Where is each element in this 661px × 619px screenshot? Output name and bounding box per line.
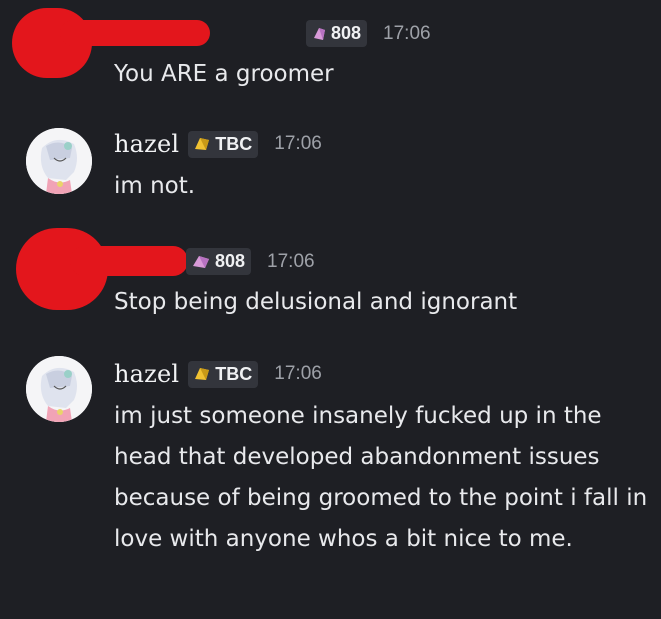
tag-label: 808 bbox=[215, 251, 246, 271]
message-text: Stop being delusional and ignorant bbox=[114, 289, 518, 315]
yellow-gem-icon bbox=[195, 138, 210, 150]
avatar-image bbox=[26, 128, 92, 194]
timestamp: 17:06 bbox=[274, 363, 322, 384]
tag-label: 808 bbox=[331, 23, 362, 43]
message-4: hazel TBC 17:06 im just someone insanely… bbox=[0, 340, 661, 619]
timestamp: 17:06 bbox=[274, 133, 322, 154]
avatar-image bbox=[26, 356, 92, 422]
timestamp: 17:06 bbox=[383, 22, 431, 44]
avatar[interactable] bbox=[26, 356, 92, 422]
username[interactable]: hazel bbox=[114, 360, 179, 388]
yellow-gem-icon bbox=[195, 368, 210, 380]
message-2: hazel TBC 17:06 im not. bbox=[0, 110, 661, 220]
role-tag[interactable]: 808 bbox=[186, 248, 252, 275]
message-1: 808 17:06 You ARE a groomer bbox=[0, 0, 661, 110]
message-header: 808 17:06 bbox=[114, 248, 315, 275]
message-text: im not. bbox=[114, 173, 196, 199]
tag-label: TBC bbox=[215, 133, 253, 154]
pink-gem-icon bbox=[314, 27, 325, 40]
message-header: hazel TBC 17:06 bbox=[114, 360, 322, 388]
role-tag[interactable]: TBC bbox=[188, 130, 259, 158]
pink-gem-icon bbox=[193, 255, 209, 268]
message-text: im just someone insanely fucked up in th… bbox=[114, 403, 655, 552]
timestamp: 17:06 bbox=[267, 250, 315, 272]
avatar[interactable] bbox=[26, 128, 92, 194]
username[interactable]: hazel bbox=[114, 130, 179, 158]
role-tag[interactable]: 808 bbox=[306, 20, 368, 47]
message-3: 808 17:06 Stop being delusional and igno… bbox=[0, 220, 661, 340]
role-tag[interactable]: TBC bbox=[188, 360, 259, 388]
message-header: hazel TBC 17:06 bbox=[114, 130, 322, 158]
message-text: You ARE a groomer bbox=[114, 61, 334, 87]
message-header: 808 17:06 bbox=[114, 20, 431, 47]
tag-label: TBC bbox=[215, 363, 253, 384]
